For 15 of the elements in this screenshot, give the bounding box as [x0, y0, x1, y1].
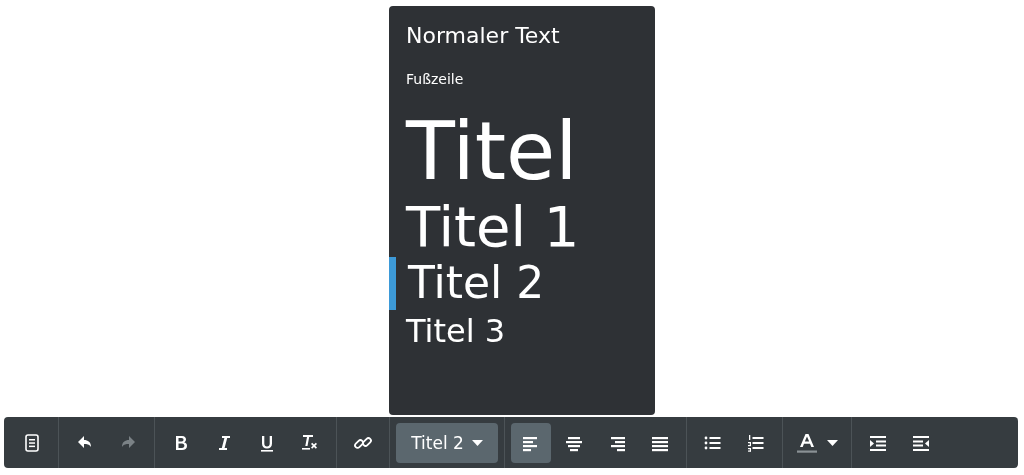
style-option[interactable]: Fußzeile: [389, 54, 655, 100]
caret-icon: [827, 439, 838, 446]
style-option[interactable]: Normaler Text: [389, 10, 655, 55]
style-option[interactable]: Titel 1: [389, 195, 655, 258]
align-left-button[interactable]: [511, 422, 551, 463]
style-option[interactable]: Titel: [389, 99, 655, 196]
caret-icon: [471, 439, 483, 446]
style-option[interactable]: Titel 3: [389, 309, 655, 359]
style-dropdown[interactable]: Titel 2: [396, 422, 498, 463]
selection-indicator: [389, 257, 396, 310]
clear-format-icon: [300, 432, 320, 453]
document-icon: [22, 432, 42, 453]
numbered-list-icon: [746, 432, 766, 453]
text-color-icon: [796, 431, 818, 454]
style-option[interactable]: Titel 2: [389, 257, 655, 310]
